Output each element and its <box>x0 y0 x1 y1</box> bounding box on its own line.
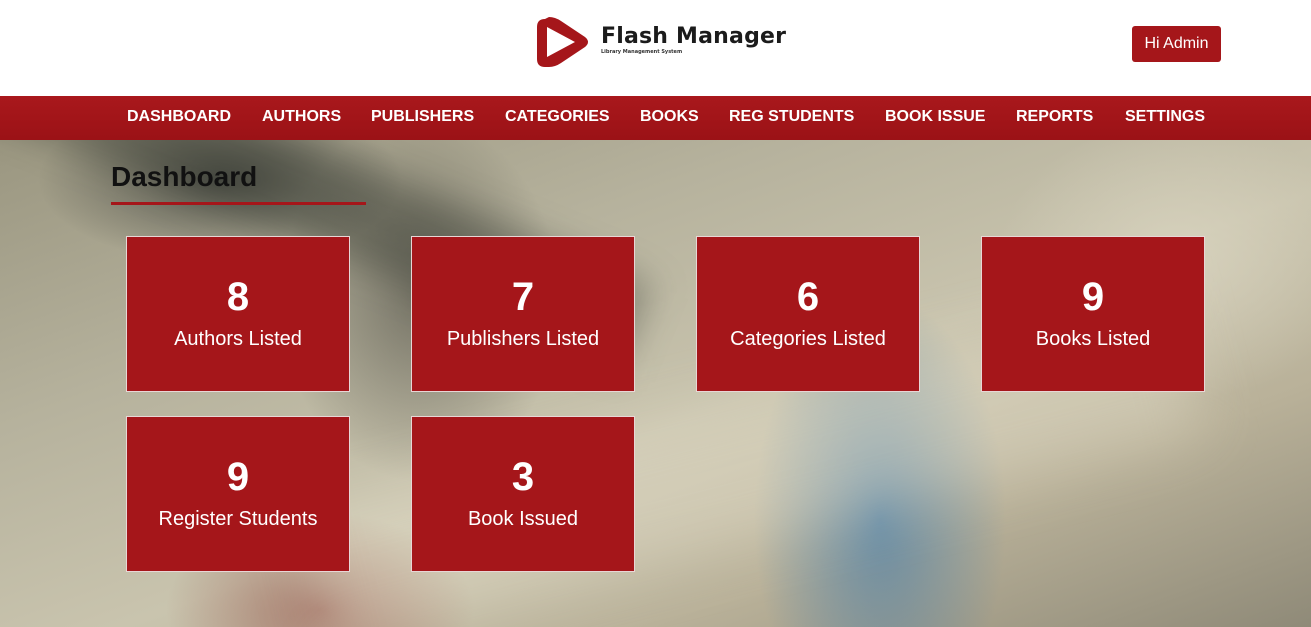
nav-item-dashboard[interactable]: DASHBOARD <box>127 96 231 140</box>
nav-item-authors[interactable]: AUTHORS <box>262 96 341 140</box>
stat-value: 9 <box>226 455 250 499</box>
play-icon <box>535 15 591 69</box>
stat-card-categories[interactable]: 6 Categories Listed <box>696 236 920 392</box>
logo-title: Flash Manager <box>601 24 787 49</box>
stat-value: 6 <box>796 275 820 319</box>
stat-card-authors[interactable]: 8 Authors Listed <box>126 236 350 392</box>
stat-value: 9 <box>1081 275 1105 319</box>
nav-item-book-issue[interactable]: BOOK ISSUE <box>885 96 985 140</box>
nav-item-categories[interactable]: CATEGORIES <box>505 96 610 140</box>
nav-item-settings[interactable]: SETTINGS <box>1125 96 1205 140</box>
page-title: Dashboard <box>111 161 258 192</box>
stat-label: Publishers Listed <box>446 328 600 350</box>
dashboard-main: Dashboard 8 Authors Listed 7 Publishers … <box>0 140 1311 627</box>
title-underline <box>111 202 366 205</box>
stat-card-students[interactable]: 9 Register Students <box>126 416 350 572</box>
stat-label: Authors Listed <box>174 328 302 350</box>
stat-card-publishers[interactable]: 7 Publishers Listed <box>411 236 635 392</box>
logo-text: Flash Manager Library Management System <box>601 24 787 56</box>
header: Flash Manager Library Management System … <box>0 0 1311 96</box>
admin-button[interactable]: Hi Admin <box>1132 26 1221 62</box>
stat-label: Categories Listed <box>730 328 886 350</box>
stat-label: Books Listed <box>1035 328 1151 350</box>
nav-item-reports[interactable]: REPORTS <box>1016 96 1093 140</box>
main-nav: DASHBOARD AUTHORS PUBLISHERS CATEGORIES … <box>0 96 1311 140</box>
nav-item-books[interactable]: BOOKS <box>640 96 699 140</box>
stat-value: 8 <box>226 275 250 319</box>
logo-subtitle: Library Management System <box>601 49 683 55</box>
stat-card-books[interactable]: 9 Books Listed <box>981 236 1205 392</box>
stat-label: Book Issued <box>467 508 579 530</box>
stat-value: 3 <box>511 455 535 499</box>
nav-item-publishers[interactable]: PUBLISHERS <box>371 96 474 140</box>
stat-value: 7 <box>511 275 535 319</box>
stat-label: Register Students <box>158 508 318 530</box>
logo[interactable]: Flash Manager Library Management System <box>535 15 786 69</box>
stat-card-book-issued[interactable]: 3 Book Issued <box>411 416 635 572</box>
nav-item-reg-students[interactable]: REG STUDENTS <box>729 96 854 140</box>
